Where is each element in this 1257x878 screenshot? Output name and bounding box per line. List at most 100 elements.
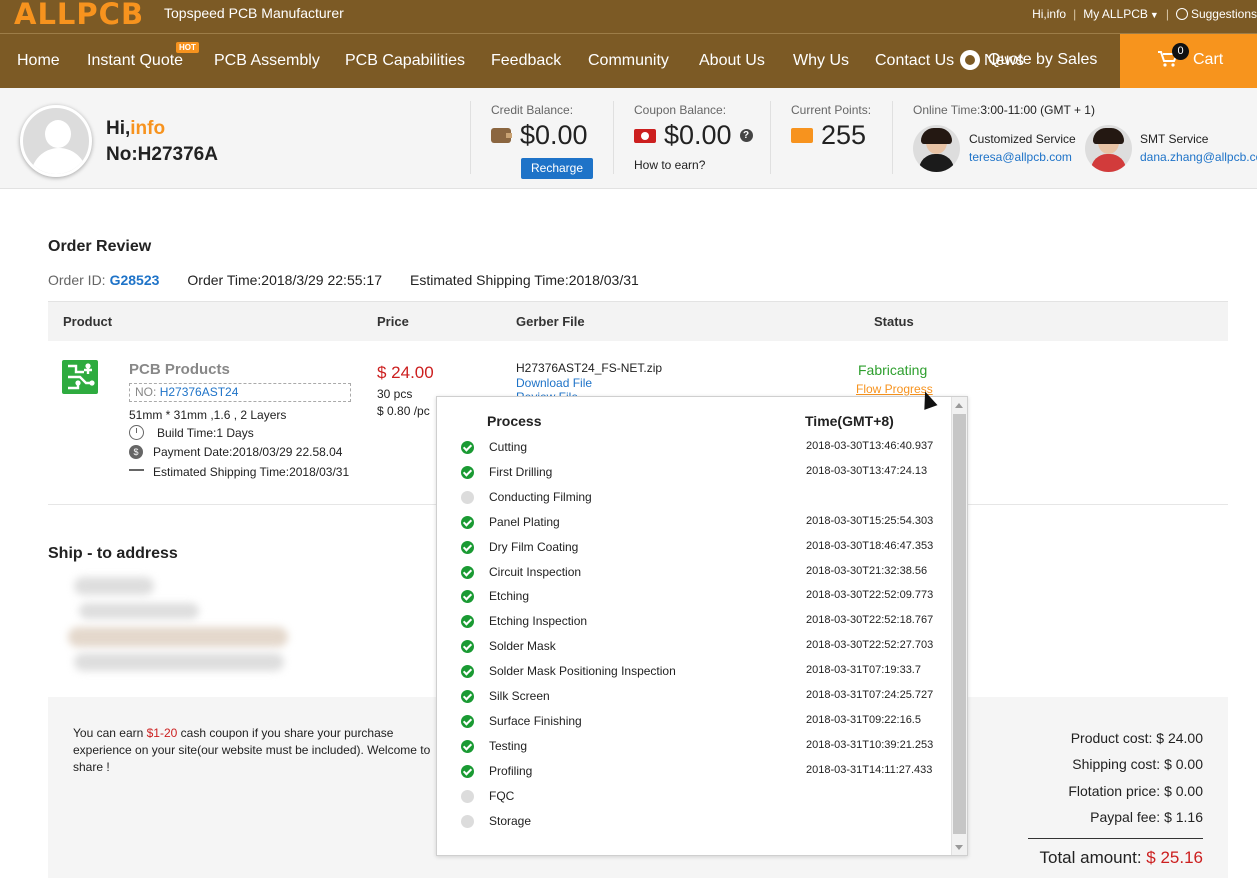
smt-service-email[interactable]: dana.zhang@allpcb.com: [1140, 150, 1257, 164]
account-greeting: Hi,info: [106, 118, 165, 140]
process-step: Surface Finishing 2018-03-31T09:22:16.5: [437, 713, 953, 738]
dollar-icon: $: [129, 445, 143, 459]
price-unit: $ 0.80 /pc: [377, 404, 430, 418]
column-price: Price: [377, 314, 409, 329]
separator: |: [1165, 7, 1169, 21]
smt-service-title: SMT Service: [1140, 132, 1209, 146]
step-time: 2018-03-31T07:24:25.727: [806, 689, 934, 701]
pending-dot-icon: [461, 814, 474, 828]
nav-about-us[interactable]: About Us: [699, 52, 765, 70]
process-step: Dry Film Coating 2018-03-30T18:46:47.353: [437, 539, 953, 564]
step-name: Dry Film Coating: [489, 539, 579, 554]
payment-date: $ Payment Date:2018/03/29 22.58.04: [129, 445, 342, 459]
recharge-button[interactable]: Recharge: [521, 158, 593, 179]
online-time-value: 3:00-11:00 (GMT + 1): [980, 103, 1095, 117]
product-cost: Product cost: $ 24.00: [1070, 730, 1203, 746]
process-step: Panel Plating 2018-03-30T15:25:54.303: [437, 514, 953, 539]
scroll-thumb[interactable]: [953, 414, 966, 834]
scroll-up-icon[interactable]: [955, 403, 963, 408]
my-account-menu[interactable]: My ALLPCB ▼: [1083, 7, 1159, 21]
nav-contact-us[interactable]: Contact Us: [875, 52, 954, 70]
step-time: 2018-03-30T18:46:47.353: [806, 539, 934, 552]
cart-label: Cart: [1193, 51, 1224, 68]
step-name: Solder Mask: [489, 639, 556, 654]
product-number-link[interactable]: H27376AST24: [160, 385, 239, 399]
cart-button[interactable]: 0 Cart: [1120, 34, 1257, 88]
step-time: 2018-03-30T22:52:27.703: [806, 639, 934, 652]
greeting-link[interactable]: Hi,info: [1032, 7, 1066, 21]
product-spec: 51mm * 31mm ,1.6 , 2 Layers: [129, 408, 287, 422]
quote-by-sales-button[interactable]: Quote by Sales: [960, 50, 1097, 70]
process-step: Solder Mask Positioning Inspection 2018-0…: [437, 663, 953, 688]
how-to-earn-link[interactable]: How to earn?: [634, 158, 705, 172]
my-account-label: My ALLPCB: [1083, 7, 1148, 21]
check-circle-icon: [461, 665, 474, 679]
shipping-time-text: Estimated Shipping Time:2018/03/31: [153, 465, 350, 479]
help-icon[interactable]: ?: [739, 129, 753, 142]
step-name: Storage: [489, 813, 532, 828]
process-step: Circuit Inspection 2018-03-30T21:32:38.56: [437, 564, 953, 589]
price-total: $ 24.00: [377, 363, 434, 382]
chevron-down-icon: ▼: [1149, 10, 1159, 20]
credit-balance: $0.00: [491, 120, 588, 151]
download-file-link[interactable]: Download File: [516, 376, 592, 390]
column-gerber-file: Gerber File: [516, 314, 585, 329]
product-number: NO: H27376AST24: [129, 383, 351, 402]
process-step: Storage: [437, 813, 953, 838]
check-circle-icon: [461, 764, 474, 778]
step-time: 2018-03-30T22:52:18.767: [806, 614, 934, 627]
account-name: info: [130, 118, 166, 139]
customized-service-email[interactable]: teresa@allpcb.com: [969, 150, 1072, 164]
process-step: Etching Inspection 2018-03-30T22:52:18.76…: [437, 613, 953, 638]
popup-scrollbar[interactable]: [951, 397, 967, 855]
headset-icon: [960, 50, 980, 70]
suggestions-link[interactable]: Suggestions: [1191, 7, 1257, 21]
points-label: Current Points:: [791, 103, 872, 117]
divider: [1028, 838, 1203, 839]
nav-pcb-capabilities[interactable]: PCB Capabilities: [345, 52, 465, 70]
wallet-icon: [491, 128, 512, 143]
share-promo: You can earn $1-20 cash coupon if you sh…: [73, 725, 453, 776]
order-time: Order Time:2018/3/29 22:55:17: [187, 272, 382, 288]
step-name: Solder Mask Positioning Inspection: [489, 664, 676, 679]
process-step: FQC: [437, 788, 953, 813]
cart-count-badge: 0: [1172, 43, 1189, 60]
scroll-down-icon[interactable]: [955, 845, 963, 850]
avatar[interactable]: [20, 105, 92, 177]
order-id[interactable]: G28523: [110, 272, 160, 288]
step-name: Cutting: [489, 440, 528, 454]
order-meta: Order ID: G28523 Order Time:2018/3/29 22…: [48, 272, 639, 288]
process-step: Testing 2018-03-31T10:39:21.253: [437, 738, 953, 763]
process-step: Silk Screen 2018-03-31T07:24:25.727: [437, 688, 953, 713]
step-time: 2018-03-30T13:46:40.937: [806, 440, 934, 452]
nav-why-us[interactable]: Why Us: [793, 52, 849, 70]
check-circle-icon: [461, 565, 474, 579]
separator: |: [1073, 7, 1077, 21]
coupon-balance: $0.00?: [634, 120, 753, 151]
chat-icon: [1175, 8, 1188, 20]
plane-icon: [129, 469, 144, 475]
points-value: 255: [821, 120, 867, 150]
step-name: Circuit Inspection: [489, 564, 582, 579]
customized-service-title: Customized Service: [969, 132, 1076, 146]
allpcb-logo[interactable]: ALLPCB: [14, 0, 144, 31]
share-text-pre: You can earn: [73, 726, 147, 740]
account-number: No:H27376A: [106, 144, 218, 165]
check-circle-icon: [461, 739, 474, 753]
step-name: Etching: [489, 589, 530, 604]
points: 255: [791, 120, 866, 151]
nav-home[interactable]: Home: [17, 52, 60, 70]
share-amount: $1-20: [146, 726, 178, 740]
payment-date-text: Payment Date:2018/03/29 22.58.04: [153, 445, 343, 459]
nav-pcb-assembly[interactable]: PCB Assembly: [214, 52, 320, 70]
step-name: Etching Inspection: [489, 614, 588, 629]
nav-instant-quote[interactable]: Instant Quote: [87, 52, 183, 70]
flotation-price: Flotation price: $ 0.00: [1068, 783, 1203, 799]
nav-community[interactable]: Community: [588, 52, 669, 70]
product-number-label: NO:: [135, 385, 157, 399]
divider: [892, 101, 893, 174]
build-time-text: Build Time:1 Days: [157, 425, 254, 440]
nav-feedback[interactable]: Feedback: [491, 52, 561, 70]
check-circle-icon: [461, 465, 474, 479]
step-name: Silk Screen: [489, 689, 550, 703]
